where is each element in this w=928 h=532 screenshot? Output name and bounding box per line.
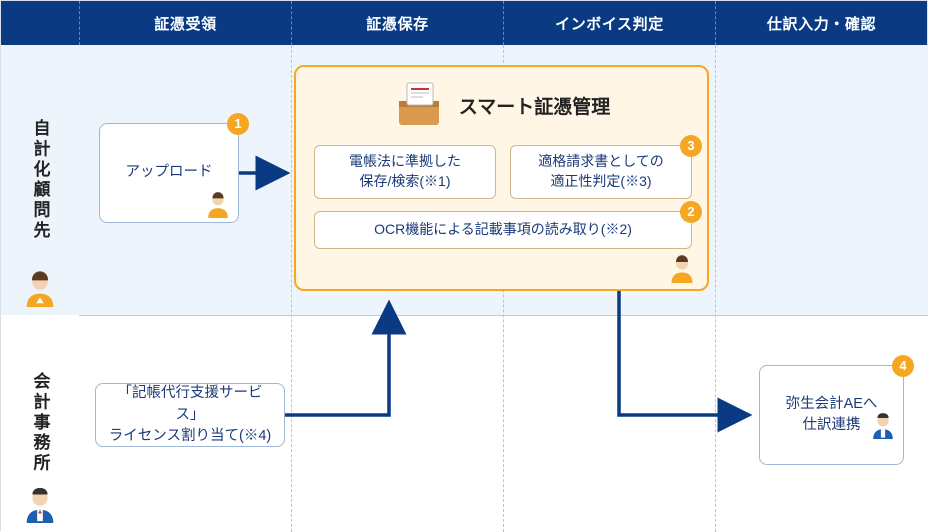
subbox-denchoho: 電帳法に準拠した 保存/検索(※1) (314, 145, 496, 199)
header-side-spacer (1, 1, 79, 45)
avatar-accountant (21, 485, 59, 523)
subbox-tekikaku: 適格請求書としての 適正性判定(※3) 3 (510, 145, 692, 199)
avatar-smart-icon (667, 253, 697, 283)
header-row: 証憑受領 証憑保存 インボイス判定 仕訳入力・確認 (1, 1, 927, 45)
header-col-4: 仕訳入力・確認 (715, 1, 927, 45)
box-license: 「記帳代行支援サービス」 ライセンス割り当て(※4) (95, 383, 285, 447)
box-smart-management: スマート証憑管理 電帳法に準拠した 保存/検索(※1) 適格請求書としての 適正… (294, 65, 709, 291)
subbox-denchoho-text: 電帳法に準拠した 保存/検索(※1) (349, 152, 461, 191)
badge-2: 2 (680, 201, 702, 223)
badge-3: 3 (680, 135, 702, 157)
side-label-row2: 会計事務所 (1, 315, 79, 531)
box-license-text: 「記帳代行支援サービス」 ライセンス割り当て(※4) (106, 383, 274, 446)
box-upload: アップロード 1 (99, 123, 239, 223)
side-label-2-text: 会計事務所 (28, 372, 53, 474)
badge-1: 1 (227, 113, 249, 135)
header-col-2: 証憑保存 (291, 1, 503, 45)
box-upload-text: アップロード (126, 162, 213, 183)
body-area: アップロード 1 スマート証憑管理 (79, 45, 928, 532)
side-label-1-text: 自計化顧問先 (28, 119, 53, 241)
box-yayoi-text: 弥生会計AEへ 仕訳連携 (786, 394, 878, 436)
avatar-upload-icon (204, 190, 232, 218)
header-col-3: インボイス判定 (503, 1, 715, 45)
box-yayoi: 弥生会計AEへ 仕訳連携 4 (759, 365, 904, 465)
document-box-icon (393, 81, 445, 129)
side-label-row1: 自計化顧問先 (1, 45, 79, 315)
avatar-yayoi-icon (869, 390, 897, 460)
badge-4: 4 (892, 355, 914, 377)
header-col-1: 証憑受領 (79, 1, 291, 45)
subbox-tekikaku-text: 適格請求書としての 適正性判定(※3) (538, 152, 664, 191)
smart-title-row: スマート証憑管理 (296, 67, 707, 129)
avatar-client (21, 269, 59, 307)
smart-title-text: スマート証憑管理 (459, 92, 610, 119)
diagram-canvas: 証憑受領 証憑保存 インボイス判定 仕訳入力・確認 自計化顧問先 会計事務所 (0, 0, 928, 531)
subbox-ocr-text: OCR機能による記載事項の読み取り(※2) (374, 220, 632, 240)
subbox-ocr: OCR機能による記載事項の読み取り(※2) 2 (314, 211, 692, 249)
